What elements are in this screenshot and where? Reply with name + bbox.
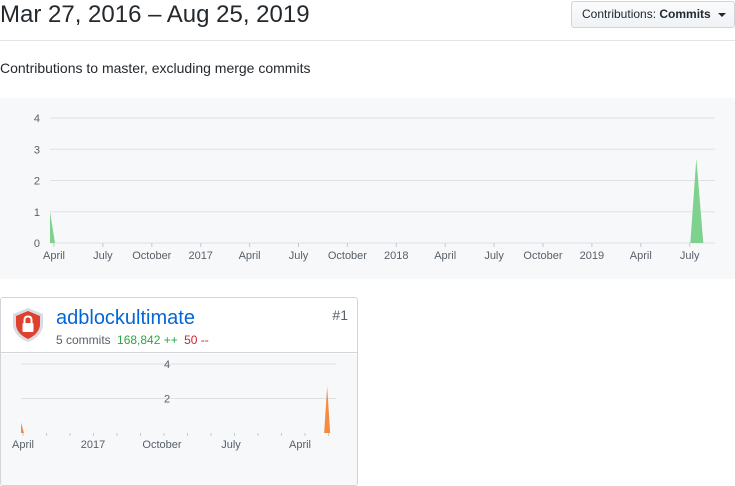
contributor-stats: 5 commits 168,842 ++ 50 -- [56, 333, 209, 347]
contributor-rank: #1 [332, 307, 348, 323]
main-x-tick-label: 2017 [188, 250, 212, 262]
main-y-tick-label: 1 [34, 207, 40, 219]
dropdown-label: Contributions: [582, 7, 657, 21]
contributor-chart: 4 2 April 2017 October July April [1, 354, 357, 485]
main-x-tick-label: October [132, 250, 171, 262]
main-x-tick-label: 2018 [384, 250, 408, 262]
main-x-tick-label: July [93, 250, 113, 262]
dropdown-selected-value: Commits [659, 7, 711, 21]
main-y-tick-label: 4 [34, 113, 40, 125]
contributions-main-chart: 4 3 2 1 0 April July October 2017 April July Octob… [0, 98, 735, 279]
card-x-tick-label: April [12, 439, 34, 451]
main-x-tick-label: April [43, 250, 65, 262]
shield-lock-icon[interactable] [11, 307, 45, 343]
main-x-tick-label: July [680, 250, 700, 262]
main-x-tick-label: October [328, 250, 367, 262]
chart-subtitle: Contributions to master, excluding merge… [0, 60, 311, 76]
contributor-chart-area [21, 386, 331, 433]
card-x-tick-label: July [221, 439, 241, 451]
date-range-title: Mar 27, 2016 – Aug 25, 2019 [0, 1, 310, 28]
contributor-username-link[interactable]: adblockultimate [56, 307, 195, 330]
commit-count-link[interactable]: 5 commits [56, 333, 111, 347]
contributor-chart-svg: 4 2 April 2017 October July April [12, 359, 336, 451]
card-y-tick-label: 2 [164, 394, 170, 406]
main-x-tick-label: July [289, 250, 309, 262]
main-x-tick-label: 2019 [580, 250, 604, 262]
main-chart-svg: 4 3 2 1 0 April July October 2017 April July Octob… [34, 113, 715, 262]
deletions-count: 50 -- [184, 333, 209, 347]
contributor-card-header: adblockultimate 5 commits 168,842 ++ 50 … [1, 298, 357, 353]
main-x-tick-label: April [630, 250, 652, 262]
contributor-card: adblockultimate 5 commits 168,842 ++ 50 … [0, 297, 358, 486]
card-x-tick-label: October [142, 439, 181, 451]
main-y-tick-label: 0 [34, 238, 40, 250]
main-chart-area [50, 158, 704, 243]
main-y-tick-label: 3 [34, 144, 40, 156]
caret-down-icon [718, 12, 727, 17]
main-x-tick-label: October [523, 250, 562, 262]
card-x-tick-label: April [289, 439, 311, 451]
page-header: Mar 27, 2016 – Aug 25, 2019 Contribution… [0, 0, 735, 41]
main-x-tick-label: April [434, 250, 456, 262]
card-x-tick-label: 2017 [81, 439, 105, 451]
main-y-tick-label: 2 [34, 176, 40, 188]
additions-count: 168,842 ++ [117, 333, 178, 347]
contributions-type-dropdown[interactable]: Contributions: Commits [571, 1, 735, 28]
card-y-tick-label: 4 [164, 359, 170, 371]
main-x-tick-label: July [484, 250, 504, 262]
main-x-tick-label: April [239, 250, 261, 262]
